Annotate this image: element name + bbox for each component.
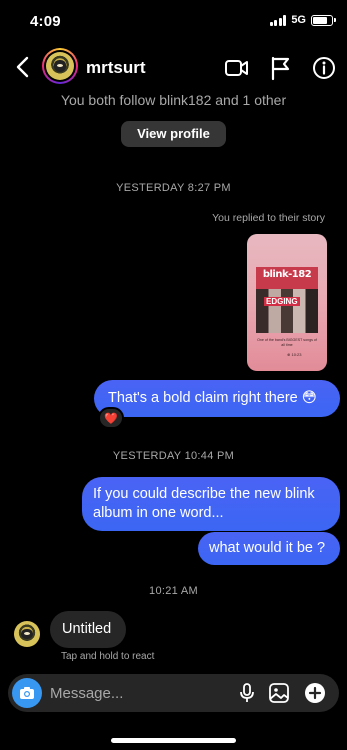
microphone-icon[interactable]	[236, 682, 258, 704]
story-badge: EDGING	[264, 297, 300, 306]
react-hint-text: Tap and hold to react	[61, 651, 155, 662]
message-bubble-outgoing[interactable]: That's a bold claim right there 😳	[94, 380, 340, 417]
add-icon[interactable]	[304, 682, 326, 704]
story-preview-card[interactable]: blink-182 EDGING One of the band's BIGGE…	[247, 234, 327, 371]
story-image: blink-182 EDGING	[256, 267, 318, 333]
timestamp: 10:21 AM	[149, 585, 198, 597]
profile-avatar[interactable]	[42, 48, 78, 84]
network-label: 5G	[291, 14, 306, 26]
heart-reaction-icon[interactable]: ❤️	[98, 407, 124, 429]
gallery-icon[interactable]	[268, 682, 290, 704]
back-arrow-icon[interactable]	[12, 54, 34, 80]
story-caption: One of the band's BIGGEST songs of all t…	[257, 338, 317, 347]
flag-icon[interactable]	[268, 55, 294, 81]
story-reply-label: You replied to their story	[212, 212, 325, 224]
battery-icon	[311, 14, 336, 26]
signal-icon	[269, 14, 287, 26]
camera-button[interactable]	[12, 678, 42, 708]
timestamp: YESTERDAY 10:44 PM	[112, 450, 235, 462]
status-icons: 5G	[269, 14, 336, 26]
story-title: blink-182	[262, 269, 312, 280]
status-time: 4:09	[30, 13, 61, 30]
mutual-follow-text: You both follow blink182 and 1 other	[60, 92, 287, 108]
camera-icon	[20, 687, 34, 699]
message-input[interactable]	[50, 682, 230, 704]
home-indicator	[111, 738, 236, 743]
chat-header: mrtsurt	[0, 46, 347, 90]
sender-avatar[interactable]	[14, 621, 40, 647]
message-bubble-outgoing[interactable]: If you could describe the new blink albu…	[82, 477, 340, 531]
message-bubble-outgoing[interactable]: what would it be ?	[198, 532, 340, 565]
view-profile-button[interactable]: View profile	[121, 121, 226, 147]
story-meta: ⊕ 10:23	[287, 352, 302, 357]
timestamp: YESTERDAY 8:27 PM	[116, 182, 231, 194]
message-bubble-incoming[interactable]: Untitled	[50, 611, 126, 648]
video-call-icon[interactable]	[224, 55, 250, 81]
status-bar: 4:09 5G	[0, 0, 347, 44]
chat-username[interactable]: mrtsurt	[86, 58, 146, 78]
info-icon[interactable]	[311, 55, 337, 81]
message-composer	[8, 674, 339, 712]
